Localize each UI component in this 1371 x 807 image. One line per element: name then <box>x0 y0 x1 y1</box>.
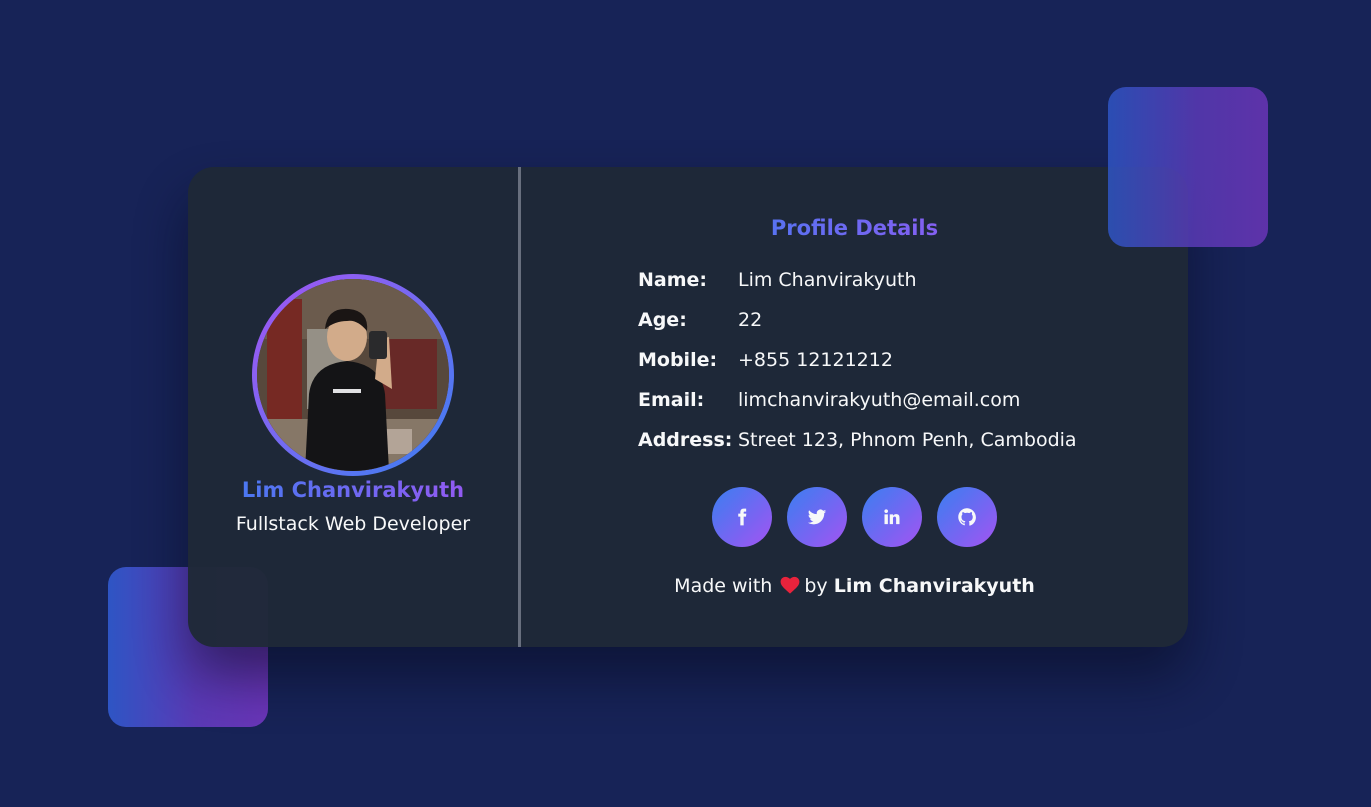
decorative-square-top-right <box>1108 87 1268 247</box>
detail-row-name: Name: Lim Chanvirakyuth <box>638 269 1158 299</box>
profile-name: Lim Chanvirakyuth <box>188 478 518 502</box>
detail-label: Name: <box>638 269 708 291</box>
detail-label: Age: <box>638 309 687 331</box>
linkedin-icon <box>884 509 900 525</box>
detail-label: Address: <box>638 429 733 451</box>
details-title: Profile Details <box>521 216 1188 240</box>
footer-middle: by <box>804 575 828 597</box>
detail-row-age: Age: 22 <box>638 309 1158 339</box>
detail-row-mobile: Mobile: +855 12121212 <box>638 349 1158 379</box>
detail-label: Email: <box>638 389 705 411</box>
twitter-button[interactable] <box>787 487 847 547</box>
footer-prefix: Made with <box>674 575 773 597</box>
github-icon <box>958 508 976 526</box>
facebook-icon <box>738 508 747 526</box>
detail-value: limchanvirakyuth@email.com <box>738 389 1021 411</box>
detail-row-address: Address: Street 123, Phnom Penh, Cambodi… <box>638 429 1158 459</box>
profile-role: Fullstack Web Developer <box>235 513 471 535</box>
footer-credit: Made with by Lim Chanvirakyuth <box>521 575 1188 599</box>
detail-value: Street 123, Phnom Penh, Cambodia <box>738 429 1077 451</box>
detail-row-email: Email: limchanvirakyuth@email.com <box>638 389 1158 419</box>
profile-photo <box>257 279 449 471</box>
avatar <box>252 274 454 476</box>
detail-value: Lim Chanvirakyuth <box>738 269 917 291</box>
detail-label: Mobile: <box>638 349 718 371</box>
twitter-icon <box>807 509 827 525</box>
detail-value: +855 12121212 <box>738 349 893 371</box>
facebook-button[interactable] <box>712 487 772 547</box>
profile-card: Lim Chanvirakyuth Fullstack Web Develope… <box>188 167 1188 647</box>
footer-author: Lim Chanvirakyuth <box>833 575 1035 597</box>
detail-value: 22 <box>738 309 763 331</box>
linkedin-button[interactable] <box>862 487 922 547</box>
heart-icon <box>780 576 800 599</box>
github-button[interactable] <box>937 487 997 547</box>
